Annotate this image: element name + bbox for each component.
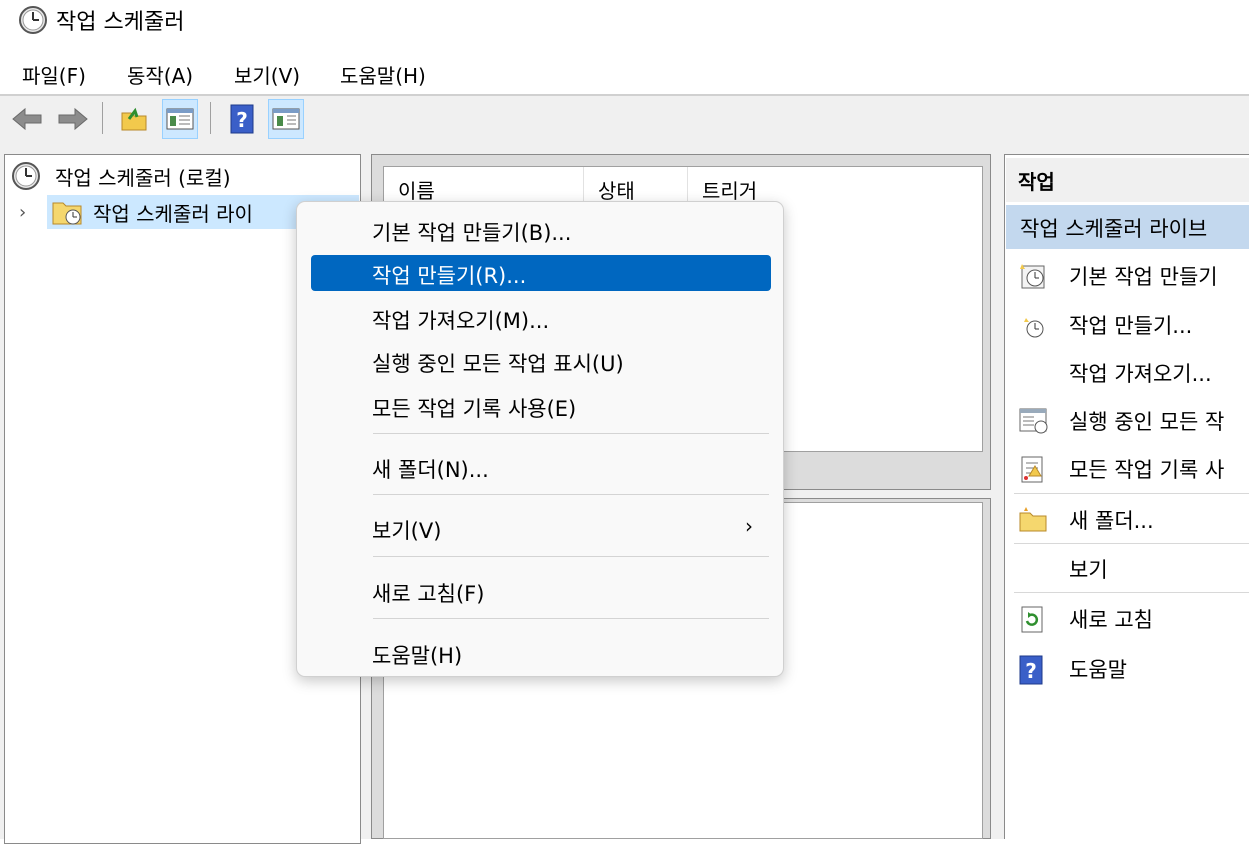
action-view[interactable]: 보기 [1014, 548, 1249, 588]
running-tasks-icon [1018, 406, 1048, 436]
create-basic-task-icon [1018, 261, 1048, 291]
show-hide-action-pane-icon[interactable] [268, 99, 304, 139]
back-icon[interactable] [9, 99, 45, 139]
menu-action[interactable]: 동작(A) [127, 60, 193, 89]
ctx-display-running-tasks[interactable]: 실행 중인 모든 작업 표시(U) [311, 343, 771, 379]
tree-library-label: 작업 스케줄러 라이 [93, 201, 253, 226]
new-folder-icon [1018, 505, 1048, 535]
action-help[interactable]: ? 도움말 [1014, 648, 1249, 688]
action-label: 도움말 [1069, 658, 1127, 682]
action-label: 새로 고침 [1069, 608, 1153, 632]
create-task-icon [1018, 310, 1048, 340]
action-create-task[interactable]: 작업 만들기... [1014, 304, 1249, 344]
svg-text:?: ? [1025, 659, 1037, 683]
actions-section-label: 작업 스케줄러 라이브 [1020, 217, 1208, 241]
menu-bar: 파일(F) 동작(A) 보기(V) 도움말(H) [0, 52, 1249, 94]
action-label: 모든 작업 기록 사 [1069, 458, 1225, 482]
action-label: 작업 가져오기... [1069, 362, 1212, 386]
action-enable-task-history[interactable]: 모든 작업 기록 사 [1014, 448, 1249, 488]
action-refresh[interactable]: 새로 고침 [1014, 598, 1249, 638]
ctx-separator [373, 433, 769, 434]
menu-view[interactable]: 보기(V) [234, 60, 300, 89]
column-header-name[interactable]: 이름 [398, 175, 435, 204]
help-icon: ? [1018, 654, 1048, 685]
action-new-folder[interactable]: 새 폴더... [1014, 499, 1249, 539]
toolbar: ? [0, 96, 1249, 144]
tree-expand-arrow[interactable]: › [19, 195, 26, 229]
ctx-label: 작업 만들기(R)... [372, 264, 527, 288]
action-display-running-tasks[interactable]: 실행 중인 모든 작 [1014, 400, 1249, 440]
ctx-separator [373, 556, 769, 557]
forward-icon[interactable] [55, 99, 91, 139]
action-import-task[interactable]: 작업 가져오기... [1014, 352, 1249, 392]
action-label: 실행 중인 모든 작 [1069, 410, 1225, 434]
toolbar-separator [102, 102, 103, 134]
ctx-separator [373, 494, 769, 495]
tree-root-label: 작업 스케줄러 (로컬) [55, 165, 231, 190]
action-label: 보기 [1069, 558, 1108, 582]
context-menu: 기본 작업 만들기(B)... 작업 만들기(R)... 작업 가져오기(M).… [296, 201, 784, 677]
task-history-icon [1018, 454, 1048, 484]
ctx-label: 새 폴더(N)... [372, 458, 489, 482]
menu-help[interactable]: 도움말(H) [340, 60, 426, 89]
ctx-new-folder[interactable]: 새 폴더(N)... [311, 449, 771, 485]
ctx-label: 기본 작업 만들기(B)... [372, 221, 572, 245]
svg-text:?: ? [236, 108, 248, 132]
ctx-label: 보기(V) [372, 519, 442, 543]
ctx-import-task[interactable]: 작업 가져오기(M)... [311, 300, 771, 336]
up-folder-icon[interactable] [116, 99, 152, 139]
ctx-label: 새로 고침(F) [372, 582, 485, 606]
actions-header-label: 작업 [1018, 170, 1055, 194]
title-bar [0, 0, 1249, 44]
help-icon[interactable]: ? [224, 99, 260, 139]
ctx-label: 도움말(H) [372, 644, 463, 668]
ctx-label: 실행 중인 모든 작업 표시(U) [372, 352, 624, 376]
ctx-enable-task-history[interactable]: 모든 작업 기록 사용(E) [311, 388, 771, 424]
ctx-create-task[interactable]: 작업 만들기(R)... [311, 255, 771, 291]
action-label: 작업 만들기... [1069, 314, 1193, 338]
ctx-label: 모든 작업 기록 사용(E) [372, 397, 577, 421]
toolbar-separator [210, 102, 211, 134]
menu-file[interactable]: 파일(F) [22, 60, 86, 89]
show-hide-console-tree-icon[interactable] [162, 99, 198, 139]
window-title: 작업 스케줄러 [56, 10, 185, 35]
chevron-right-icon: › [19, 201, 27, 223]
action-create-basic-task[interactable]: 기본 작업 만들기 [1014, 255, 1249, 295]
ctx-create-basic-task[interactable]: 기본 작업 만들기(B)... [311, 212, 771, 248]
chevron-right-icon: › [745, 514, 753, 538]
refresh-icon [1018, 604, 1048, 634]
action-label: 기본 작업 만들기 [1069, 265, 1218, 289]
actions-divider [1014, 543, 1249, 544]
clock-icon [11, 161, 43, 191]
ctx-help[interactable]: 도움말(H) [311, 635, 771, 671]
column-header-trigger[interactable]: 트리거 [702, 175, 757, 204]
folder-clock-icon [51, 197, 87, 227]
ctx-label: 작업 가져오기(M)... [372, 309, 550, 333]
ctx-view[interactable]: 보기(V) › [311, 510, 771, 546]
action-label: 새 폴더... [1069, 509, 1154, 533]
ctx-refresh[interactable]: 새로 고침(F) [311, 573, 771, 609]
actions-divider [1014, 592, 1249, 593]
tree-root[interactable]: 작업 스케줄러 (로컬) [11, 159, 231, 193]
actions-divider [1014, 493, 1249, 494]
ctx-separator [373, 618, 769, 619]
column-header-status[interactable]: 상태 [598, 175, 635, 204]
clock-icon [18, 5, 48, 35]
